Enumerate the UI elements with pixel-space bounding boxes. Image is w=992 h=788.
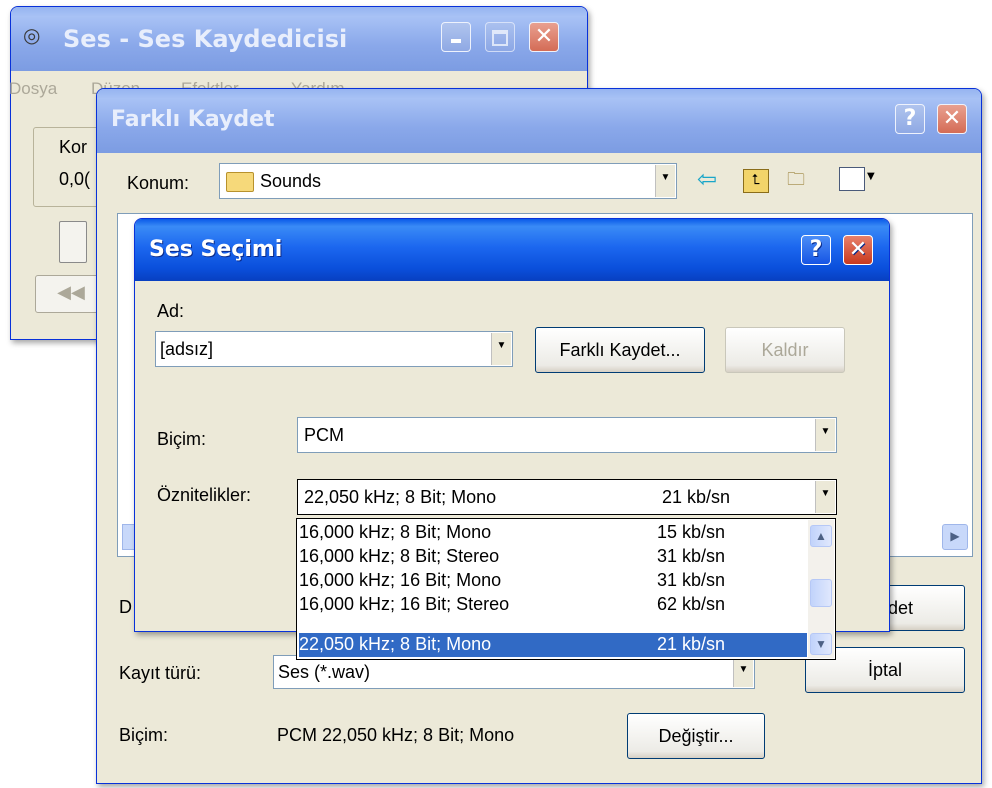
close-icon: ✕ xyxy=(848,237,868,262)
help-icon: ? xyxy=(903,106,917,131)
format-value: PCM 22,050 kHz; 8 Bit; Mono xyxy=(277,725,515,745)
change-format-button-label: Değiştir... xyxy=(658,726,734,746)
position-value: 0,0( xyxy=(59,169,91,189)
file-list-hscroll-right[interactable]: ▶ xyxy=(942,524,968,550)
format-label: Biçim: xyxy=(119,725,168,745)
attribute-option[interactable]: 16,000 kHz; 16 Bit; Stereo 62 kb/sn xyxy=(299,593,807,616)
save-button-label: det xyxy=(888,598,914,618)
sound-selection-title: Ses Seçimi xyxy=(149,237,283,262)
save-type-dropdown[interactable]: Ses (*.wav) xyxy=(273,655,755,689)
seek-slider-thumb[interactable] xyxy=(59,221,87,263)
minimize-button[interactable] xyxy=(441,22,471,52)
remove-button-label: Kaldır xyxy=(761,340,809,360)
chevron-up-icon: ▲ xyxy=(815,529,827,543)
sound-selection-titlebar[interactable]: Ses Seçimi ? ✕ xyxy=(135,219,889,281)
menu-item-file[interactable]: Dosya xyxy=(9,79,57,99)
sound-format-dropdown[interactable]: PCM xyxy=(297,417,837,453)
name-value: [adsız] xyxy=(160,339,214,359)
folder-icon xyxy=(226,172,254,192)
chevron-down-icon[interactable] xyxy=(733,657,753,687)
attribute-option[interactable]: 16,000 kHz; 16 Bit; Mono 31 kb/sn xyxy=(299,569,807,592)
scroll-up-button[interactable]: ▲ xyxy=(810,525,832,547)
chevron-down-icon[interactable] xyxy=(491,333,511,365)
sound-recorder-title: Ses - Ses Kaydedicisi xyxy=(63,25,348,53)
attribute-option-selected[interactable]: 22,050 kHz; 8 Bit; Mono 21 kb/sn xyxy=(299,633,807,657)
minimize-icon xyxy=(451,39,461,43)
maximize-button[interactable] xyxy=(485,22,515,52)
save-as-titlebar[interactable]: Farklı Kaydet ? ✕ xyxy=(97,89,981,153)
position-label: Kor xyxy=(59,137,88,157)
up-folder-icon[interactable]: ⮤ xyxy=(743,169,769,193)
sound-format-value: PCM xyxy=(304,425,344,445)
sound-recorder-app-icon: ◎ xyxy=(23,23,41,47)
new-folder-icon[interactable]: 🗀 xyxy=(787,167,813,191)
name-dropdown[interactable]: [adsız] xyxy=(155,331,513,367)
save-as-help-button[interactable]: ? xyxy=(895,104,925,134)
attributes-label: Öznitelikler: xyxy=(157,485,252,505)
file-name-label: D xyxy=(119,597,132,617)
back-arrow-icon[interactable]: ⇦ xyxy=(697,165,717,193)
maximize-icon xyxy=(492,30,508,46)
save-type-value: Ses (*.wav) xyxy=(278,662,371,682)
close-icon: ✕ xyxy=(534,24,554,49)
sound-selection-close-button[interactable]: ✕ xyxy=(843,235,873,265)
rewind-icon: ◀◀ xyxy=(57,282,85,303)
name-label: Ad: xyxy=(157,301,185,321)
attributes-dropdown[interactable]: 22,050 kHz; 8 Bit; Mono 21 kb/sn xyxy=(297,479,837,515)
options-scrollbar-thumb[interactable] xyxy=(810,579,832,607)
sound-recorder-titlebar[interactable]: ◎ Ses - Ses Kaydedicisi ✕ xyxy=(11,7,587,71)
cancel-button-label: İptal xyxy=(867,660,903,680)
location-value: Sounds xyxy=(260,171,322,191)
close-button[interactable]: ✕ xyxy=(529,22,559,52)
save-as-button-label: Farklı Kaydet... xyxy=(559,340,681,360)
save-type-label: Kayıt türü: xyxy=(119,663,202,683)
chevron-down-icon[interactable] xyxy=(815,481,835,513)
chevron-down-icon[interactable] xyxy=(815,419,835,451)
scroll-down-button[interactable]: ▼ xyxy=(810,633,832,655)
attributes-options-list[interactable]: 16,000 kHz; 8 Bit; Mono 15 kb/sn 16,000 … xyxy=(296,518,836,660)
attributes-value: 22,050 kHz; 8 Bit; Mono xyxy=(304,487,497,507)
remove-button[interactable]: Kaldır xyxy=(725,327,845,373)
view-menu-chevron-icon[interactable]: ▼ xyxy=(867,171,875,182)
attribute-option[interactable]: 16,000 kHz; 8 Bit; Mono 15 kb/sn xyxy=(299,521,807,544)
chevron-down-icon[interactable] xyxy=(655,165,675,197)
chevron-down-icon: ▼ xyxy=(815,637,827,651)
location-label: Konum: xyxy=(127,173,190,193)
location-dropdown[interactable]: Sounds xyxy=(219,163,677,199)
close-icon: ✕ xyxy=(942,106,962,131)
sound-format-label: Biçim: xyxy=(157,429,206,449)
save-as-button[interactable]: Farklı Kaydet... xyxy=(535,327,705,373)
sound-selection-help-button[interactable]: ? xyxy=(801,235,831,265)
help-icon: ? xyxy=(809,237,823,262)
attributes-rate: 21 kb/sn xyxy=(662,487,731,507)
save-as-title: Farklı Kaydet xyxy=(111,107,275,132)
save-as-close-button[interactable]: ✕ xyxy=(937,104,967,134)
change-format-button[interactable]: Değiştir... xyxy=(627,713,765,759)
view-menu-icon[interactable] xyxy=(839,167,865,191)
attribute-option[interactable]: 16,000 kHz; 8 Bit; Stereo 31 kb/sn xyxy=(299,545,807,568)
